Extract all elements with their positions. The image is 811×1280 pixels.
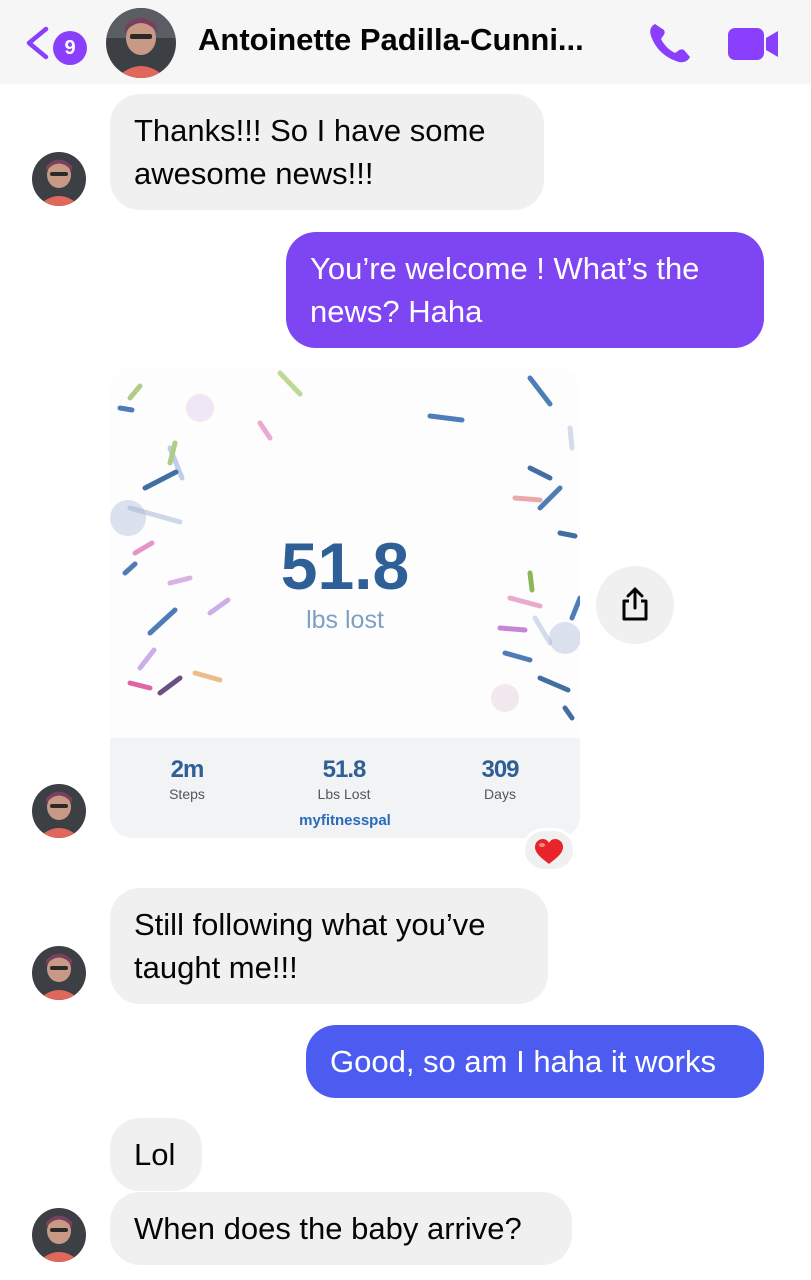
- stat-days: 309 Days: [440, 756, 560, 802]
- avatar-photo: [32, 946, 86, 1000]
- contact-avatar-small[interactable]: [32, 152, 86, 206]
- message-text-line: When does the baby arrive?: [134, 1211, 522, 1246]
- message-text-line: Thanks!!! So I have some: [134, 113, 486, 148]
- chevron-left-icon: [26, 26, 49, 60]
- message-text-line: taught me!!!: [134, 950, 298, 985]
- message-text-line: Still following what you’ve: [134, 907, 486, 942]
- card-stats-bar: 2m Steps 51.8 Lbs Lost 309 Days myfitnes…: [110, 738, 580, 838]
- brand-logo: myfitnesspal: [299, 812, 391, 829]
- stat-lbs-lost: 51.8 Lbs Lost: [284, 756, 404, 802]
- video-call-button[interactable]: [724, 24, 782, 64]
- stat-label: Lbs Lost: [317, 786, 371, 802]
- message-text-line: Good, so am I haha it works: [330, 1044, 716, 1079]
- message-text-line: Lol: [134, 1137, 176, 1172]
- stat-label: Days: [484, 786, 516, 802]
- message-bubble-incoming[interactable]: Thanks!!! So I have some awesome news!!!: [110, 94, 544, 210]
- unread-count-badge: 9: [53, 31, 87, 65]
- message-text-line: You’re welcome ! What’s the: [310, 251, 700, 286]
- stat-steps: 2m Steps: [127, 756, 247, 802]
- contact-avatar-small[interactable]: [32, 1208, 86, 1262]
- contact-avatar-small[interactable]: [32, 946, 86, 1000]
- avatar-photo: [32, 152, 86, 206]
- heart-reaction[interactable]: [522, 828, 576, 872]
- message-bubble-outgoing[interactable]: You’re welcome ! What’s the news? Haha: [286, 232, 764, 348]
- shared-fitness-card[interactable]: 51.8 lbs lost 2m Steps 51.8 Lbs Lost 309…: [110, 368, 580, 838]
- heart-emoji: [535, 839, 563, 864]
- phone-icon: [650, 24, 690, 63]
- message-bubble-incoming[interactable]: Still following what you’ve taught me!!!: [110, 888, 548, 1004]
- stat-label: Steps: [169, 786, 205, 802]
- headline-label: lbs lost: [306, 606, 384, 634]
- stat-value: 51.8: [322, 756, 367, 783]
- message-text-line: awesome news!!!: [134, 156, 374, 191]
- audio-call-button[interactable]: [646, 20, 694, 66]
- message-text-line: news? Haha: [310, 294, 483, 329]
- message-bubble-incoming[interactable]: When does the baby arrive?: [110, 1192, 572, 1265]
- stat-value: 309: [481, 756, 519, 783]
- video-camera-icon: [728, 28, 778, 60]
- share-button[interactable]: [596, 566, 674, 644]
- avatar-photo: [106, 8, 176, 78]
- confetti-image: 51.8 lbs lost: [110, 368, 580, 738]
- avatar-photo: [32, 1208, 86, 1262]
- share-icon: [622, 587, 648, 621]
- contact-name[interactable]: Antoinette Padilla-Cunni...: [198, 22, 584, 58]
- stat-value: 2m: [170, 756, 205, 783]
- headline-value: 51.8: [280, 529, 410, 603]
- avatar-photo: [32, 784, 86, 838]
- message-bubble-incoming[interactable]: Lol: [110, 1118, 202, 1191]
- conversation-header: 9 Antoinette Padilla-Cunni...: [0, 0, 811, 84]
- back-button[interactable]: 9: [22, 22, 92, 65]
- contact-avatar[interactable]: [106, 8, 176, 78]
- contact-avatar-small[interactable]: [32, 784, 86, 838]
- message-bubble-outgoing[interactable]: Good, so am I haha it works: [306, 1025, 764, 1098]
